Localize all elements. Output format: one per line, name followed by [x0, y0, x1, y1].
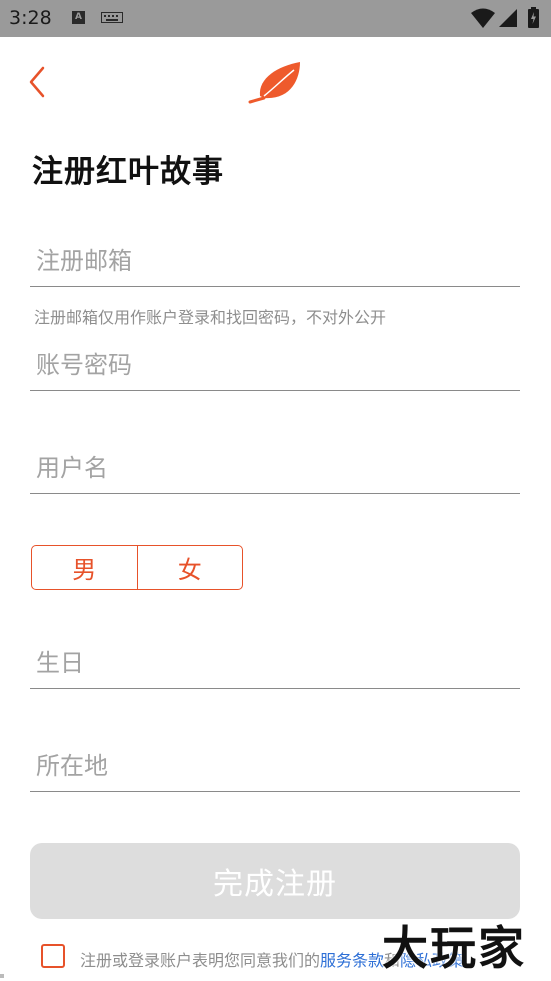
terms-of-service-link[interactable]: 服务条款	[320, 951, 384, 970]
red-leaf-logo-icon	[248, 62, 300, 104]
location-field[interactable]	[30, 741, 520, 792]
gender-male-option[interactable]: 男	[32, 546, 137, 589]
watermark: 大玩家	[382, 921, 526, 975]
wifi-icon	[471, 8, 495, 28]
email-input[interactable]	[30, 236, 520, 286]
signal-icon	[499, 9, 517, 27]
battery-charging-icon	[528, 7, 539, 28]
location-input[interactable]	[30, 741, 520, 791]
a-notification-icon: A	[72, 11, 85, 24]
birthday-input[interactable]	[30, 638, 520, 688]
password-input[interactable]	[30, 340, 520, 390]
password-field[interactable]	[30, 340, 520, 391]
edge-mark	[0, 974, 4, 978]
username-field[interactable]	[30, 443, 520, 494]
page-title: 注册红叶故事	[32, 154, 224, 190]
gender-female-option[interactable]: 女	[136, 546, 243, 589]
agreement-prefix: 注册或登录账户表明您同意我们的	[80, 951, 321, 970]
email-field[interactable]	[30, 236, 520, 287]
back-button[interactable]	[24, 64, 54, 100]
agreement-checkbox[interactable]	[41, 944, 65, 968]
gender-selector: 男 女	[31, 545, 243, 590]
chevron-left-icon	[29, 66, 45, 98]
status-bar: 3:28 A	[0, 0, 551, 37]
email-hint: 注册邮箱仅用作账户登录和找回密码，不对外公开	[34, 308, 387, 327]
complete-registration-button[interactable]: 完成注册	[30, 843, 520, 919]
status-time: 3:28	[9, 7, 52, 29]
keyboard-icon	[101, 12, 123, 23]
username-input[interactable]	[30, 443, 520, 493]
birthday-field[interactable]	[30, 638, 520, 689]
